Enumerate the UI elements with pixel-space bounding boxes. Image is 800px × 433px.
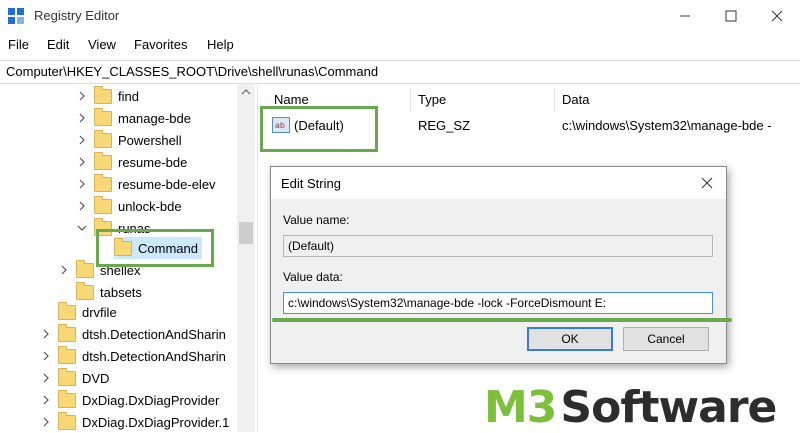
tree-item-manage-bde[interactable]: manage-bde bbox=[76, 107, 191, 129]
tree-item-unlock-bde[interactable]: unlock-bde bbox=[76, 195, 182, 217]
column-type[interactable]: Type bbox=[418, 92, 446, 107]
chevron-right-icon[interactable] bbox=[76, 156, 88, 168]
tree-item-label: unlock-bde bbox=[118, 198, 182, 214]
address-bar[interactable]: Computer\HKEY_CLASSES_ROOT\Drive\shell\r… bbox=[0, 60, 800, 84]
menu-view[interactable]: View bbox=[88, 37, 116, 52]
folder-icon bbox=[94, 151, 112, 170]
tree-item-tabsets[interactable]: tabsets bbox=[76, 281, 142, 303]
chevron-right-icon[interactable] bbox=[40, 372, 52, 384]
tree-item-dvd[interactable]: DVD bbox=[40, 367, 109, 389]
close-icon bbox=[701, 177, 713, 189]
value-data: c:\windows\System32\manage-bde - bbox=[562, 118, 772, 133]
registry-editor-icon bbox=[8, 8, 24, 24]
column-separator[interactable] bbox=[410, 88, 411, 112]
tree-item-find[interactable]: find bbox=[76, 85, 139, 107]
folder-icon bbox=[58, 411, 76, 430]
tree-item-label: drvfile bbox=[82, 304, 117, 320]
edit-string-dialog: Edit String Value name: (Default) Value … bbox=[270, 166, 727, 364]
tree-item-label: find bbox=[118, 88, 139, 104]
chevron-right-icon[interactable] bbox=[40, 394, 52, 406]
dialog-close-button[interactable] bbox=[694, 171, 720, 195]
menu-bar: File Edit View Favorites Help bbox=[0, 32, 800, 58]
address-path: Computer\HKEY_CLASSES_ROOT\Drive\shell\r… bbox=[6, 64, 379, 79]
chevron-right-icon[interactable] bbox=[58, 264, 70, 276]
tree-item-label: DxDiag.DxDiagProvider.1 bbox=[82, 414, 230, 430]
folder-icon bbox=[58, 323, 76, 342]
dialog-title-bar: Edit String bbox=[271, 167, 726, 199]
tree-item-dtsh-1[interactable]: dtsh.DetectionAndSharin bbox=[40, 323, 226, 345]
tree-item-dxdiag[interactable]: DxDiag.DxDiagProvider bbox=[40, 389, 219, 411]
menu-file[interactable]: File bbox=[8, 37, 29, 52]
scrollbar-thumb[interactable] bbox=[239, 222, 253, 244]
tree-item-resume-bde-elev[interactable]: resume-bde-elev bbox=[76, 173, 216, 195]
folder-icon bbox=[58, 301, 76, 320]
folder-icon bbox=[76, 281, 94, 300]
tree-item-label: resume-bde-elev bbox=[118, 176, 216, 192]
tree-item-label: Powershell bbox=[118, 132, 182, 148]
scroll-up-icon[interactable] bbox=[241, 88, 251, 96]
chevron-right-icon[interactable] bbox=[76, 90, 88, 102]
folder-icon bbox=[58, 367, 76, 386]
tree-item-resume-bde[interactable]: resume-bde bbox=[76, 151, 187, 173]
chevron-right-icon[interactable] bbox=[76, 200, 88, 212]
logo-software: Software bbox=[560, 382, 777, 433]
chevron-right-icon[interactable] bbox=[40, 350, 52, 362]
pane-splitter[interactable] bbox=[257, 84, 258, 432]
tree-item-label: DxDiag.DxDiagProvider bbox=[82, 392, 220, 408]
folder-icon bbox=[94, 107, 112, 126]
tree-item-dtsh-2[interactable]: dtsh.DetectionAndSharin bbox=[40, 345, 226, 367]
tree-item-dxdiag-1[interactable]: DxDiag.DxDiagProvider.1 bbox=[40, 411, 229, 433]
tree-item-powershell[interactable]: Powershell bbox=[76, 129, 182, 151]
highlight-command bbox=[96, 229, 214, 267]
window-title: Registry Editor bbox=[34, 8, 120, 23]
m3-software-logo: M3 Software bbox=[484, 382, 777, 433]
folder-icon bbox=[76, 259, 94, 278]
cancel-button[interactable]: Cancel bbox=[623, 327, 709, 351]
maximize-icon bbox=[725, 10, 737, 22]
menu-help[interactable]: Help bbox=[207, 37, 234, 52]
ok-button[interactable]: OK bbox=[527, 327, 613, 351]
folder-icon bbox=[94, 195, 112, 214]
chevron-right-icon[interactable] bbox=[40, 328, 52, 340]
value-name-field: (Default) bbox=[283, 235, 713, 257]
minimize-icon bbox=[680, 15, 690, 17]
menu-edit[interactable]: Edit bbox=[47, 37, 69, 52]
tree-item-drvfile[interactable]: drvfile bbox=[58, 301, 117, 323]
tree-item-label: manage-bde bbox=[118, 110, 191, 126]
value-name-label: Value name: bbox=[283, 213, 350, 227]
value-data-label: Value data: bbox=[283, 270, 343, 284]
column-separator[interactable] bbox=[554, 88, 555, 112]
tree-item-label: tabsets bbox=[100, 284, 142, 300]
chevron-right-icon[interactable] bbox=[76, 134, 88, 146]
folder-icon bbox=[94, 85, 112, 104]
menu-favorites[interactable]: Favorites bbox=[134, 37, 187, 52]
value-data-input[interactable]: c:\windows\System32\manage-bde -lock -Fo… bbox=[283, 292, 713, 314]
chevron-right-icon[interactable] bbox=[40, 416, 52, 428]
tree-item-label: dtsh.DetectionAndSharin bbox=[82, 348, 226, 364]
chevron-right-icon[interactable] bbox=[76, 112, 88, 124]
tree-item-label: resume-bde bbox=[118, 154, 188, 170]
minimize-button[interactable] bbox=[662, 0, 708, 32]
highlight-default bbox=[260, 106, 378, 152]
folder-icon bbox=[58, 345, 76, 364]
folder-icon bbox=[94, 129, 112, 148]
chevron-right-icon[interactable] bbox=[76, 178, 88, 190]
close-button[interactable] bbox=[754, 0, 800, 32]
tree-item-label: DVD bbox=[82, 370, 110, 386]
value-type: REG_SZ bbox=[418, 118, 471, 133]
maximize-button[interactable] bbox=[708, 0, 754, 32]
column-name[interactable]: Name bbox=[274, 92, 309, 107]
title-bar: Registry Editor bbox=[0, 0, 800, 32]
close-icon bbox=[771, 10, 783, 22]
tree-scrollbar[interactable] bbox=[237, 84, 255, 432]
tree-item-label: dtsh.DetectionAndSharin bbox=[82, 326, 226, 342]
chevron-down-icon[interactable] bbox=[76, 222, 88, 234]
column-data[interactable]: Data bbox=[562, 92, 589, 107]
folder-icon bbox=[58, 389, 76, 408]
dialog-title: Edit String bbox=[281, 176, 341, 191]
logo-m3: M3 bbox=[484, 382, 557, 433]
highlight-underline bbox=[272, 318, 732, 322]
folder-icon bbox=[94, 173, 112, 192]
